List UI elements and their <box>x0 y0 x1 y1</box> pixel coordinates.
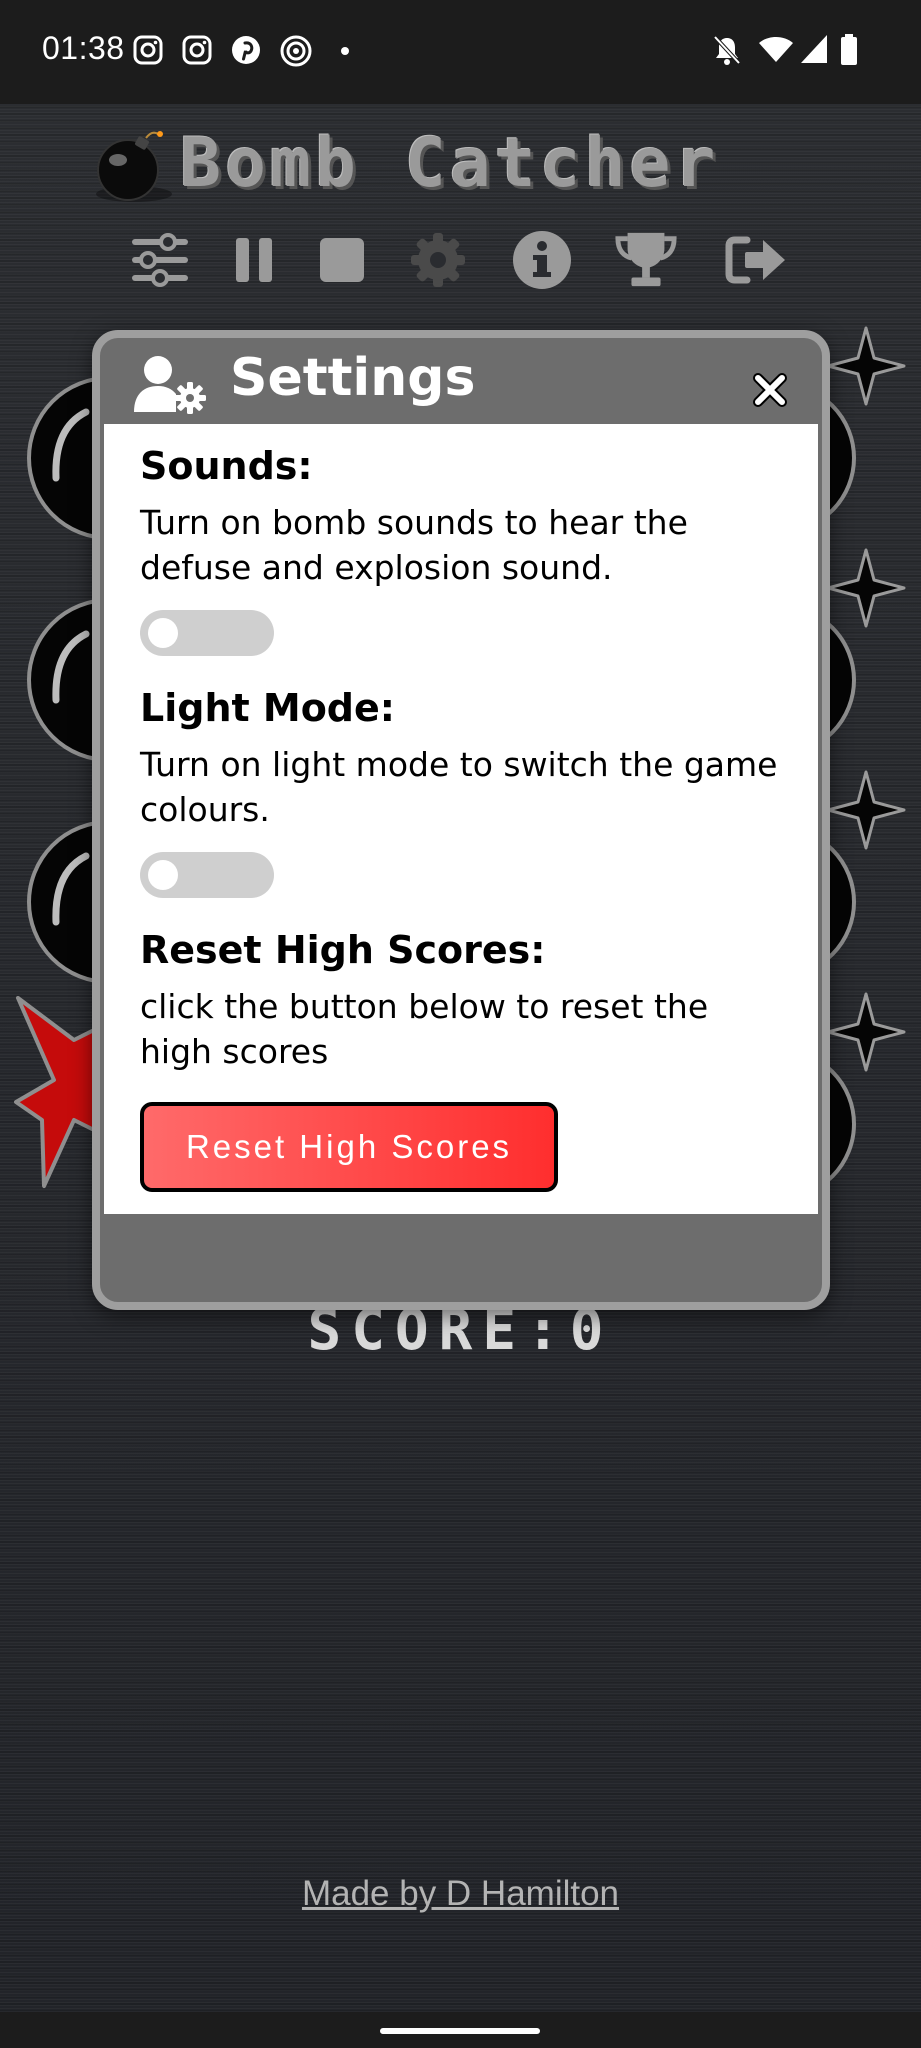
status-time: 01:38 <box>42 30 125 66</box>
close-icon[interactable] <box>752 372 788 408</box>
gear-icon <box>411 233 465 287</box>
pause-icon <box>236 238 272 282</box>
reset-title: Reset High Scores: <box>140 928 546 972</box>
bomb-logo-icon <box>96 131 172 202</box>
sliders-button[interactable] <box>128 228 192 292</box>
threads-icon <box>280 35 312 67</box>
light-mode-title: Light Mode: <box>140 686 395 730</box>
user-settings-icon <box>134 356 206 414</box>
status-bar: 01:38 <box>0 0 921 104</box>
reset-description: click the button below to reset the high… <box>140 987 709 1071</box>
battery-icon <box>841 34 857 65</box>
instagram-icon <box>133 35 163 65</box>
sounds-toggle[interactable] <box>140 610 274 656</box>
trophy-icon <box>615 232 677 287</box>
pause-button[interactable] <box>222 228 286 292</box>
home-handle[interactable] <box>380 2028 540 2034</box>
spark-icon <box>826 770 906 850</box>
toolbar <box>128 228 808 292</box>
dot-icon <box>341 47 349 55</box>
toggle-knob <box>148 860 178 890</box>
light-mode-toggle[interactable] <box>140 852 274 898</box>
stop-icon <box>320 238 364 282</box>
exit-icon <box>725 236 785 284</box>
navigation-bar <box>0 2012 921 2048</box>
spark-icon <box>826 548 906 628</box>
sounds-description: Turn on bomb sounds to hear the defuse a… <box>140 503 688 587</box>
credit-link[interactable]: Made by D Hamilton <box>0 1874 921 1914</box>
settings-modal: Settings Sounds: Turn on bomb sounds to … <box>92 330 830 1310</box>
trophy-button[interactable] <box>614 228 678 292</box>
modal-header: Settings <box>100 338 822 424</box>
game-title: Bomb Catcher <box>180 124 720 203</box>
light-mode-description: Turn on light mode to switch the game co… <box>140 745 778 829</box>
toggle-knob <box>148 618 178 648</box>
spark-icon <box>826 992 906 1072</box>
modal-title: Settings <box>230 348 476 408</box>
spark-icon <box>826 326 906 406</box>
reset-high-scores-button[interactable]: Reset High Scores <box>140 1102 558 1192</box>
sounds-title: Sounds: <box>140 444 313 488</box>
modal-body: Sounds: Turn on bomb sounds to hear the … <box>104 424 818 1214</box>
stop-button[interactable] <box>310 228 374 292</box>
info-button[interactable] <box>510 228 574 292</box>
settings-button[interactable] <box>406 228 470 292</box>
wifi-icon <box>759 37 793 62</box>
signal-icon <box>801 35 827 63</box>
info-icon <box>513 231 571 289</box>
instagram-icon <box>182 35 212 65</box>
exit-button[interactable] <box>724 228 788 292</box>
notifications-off-icon <box>713 35 741 65</box>
sliders-icon <box>132 233 188 287</box>
pinterest-icon <box>232 36 260 64</box>
